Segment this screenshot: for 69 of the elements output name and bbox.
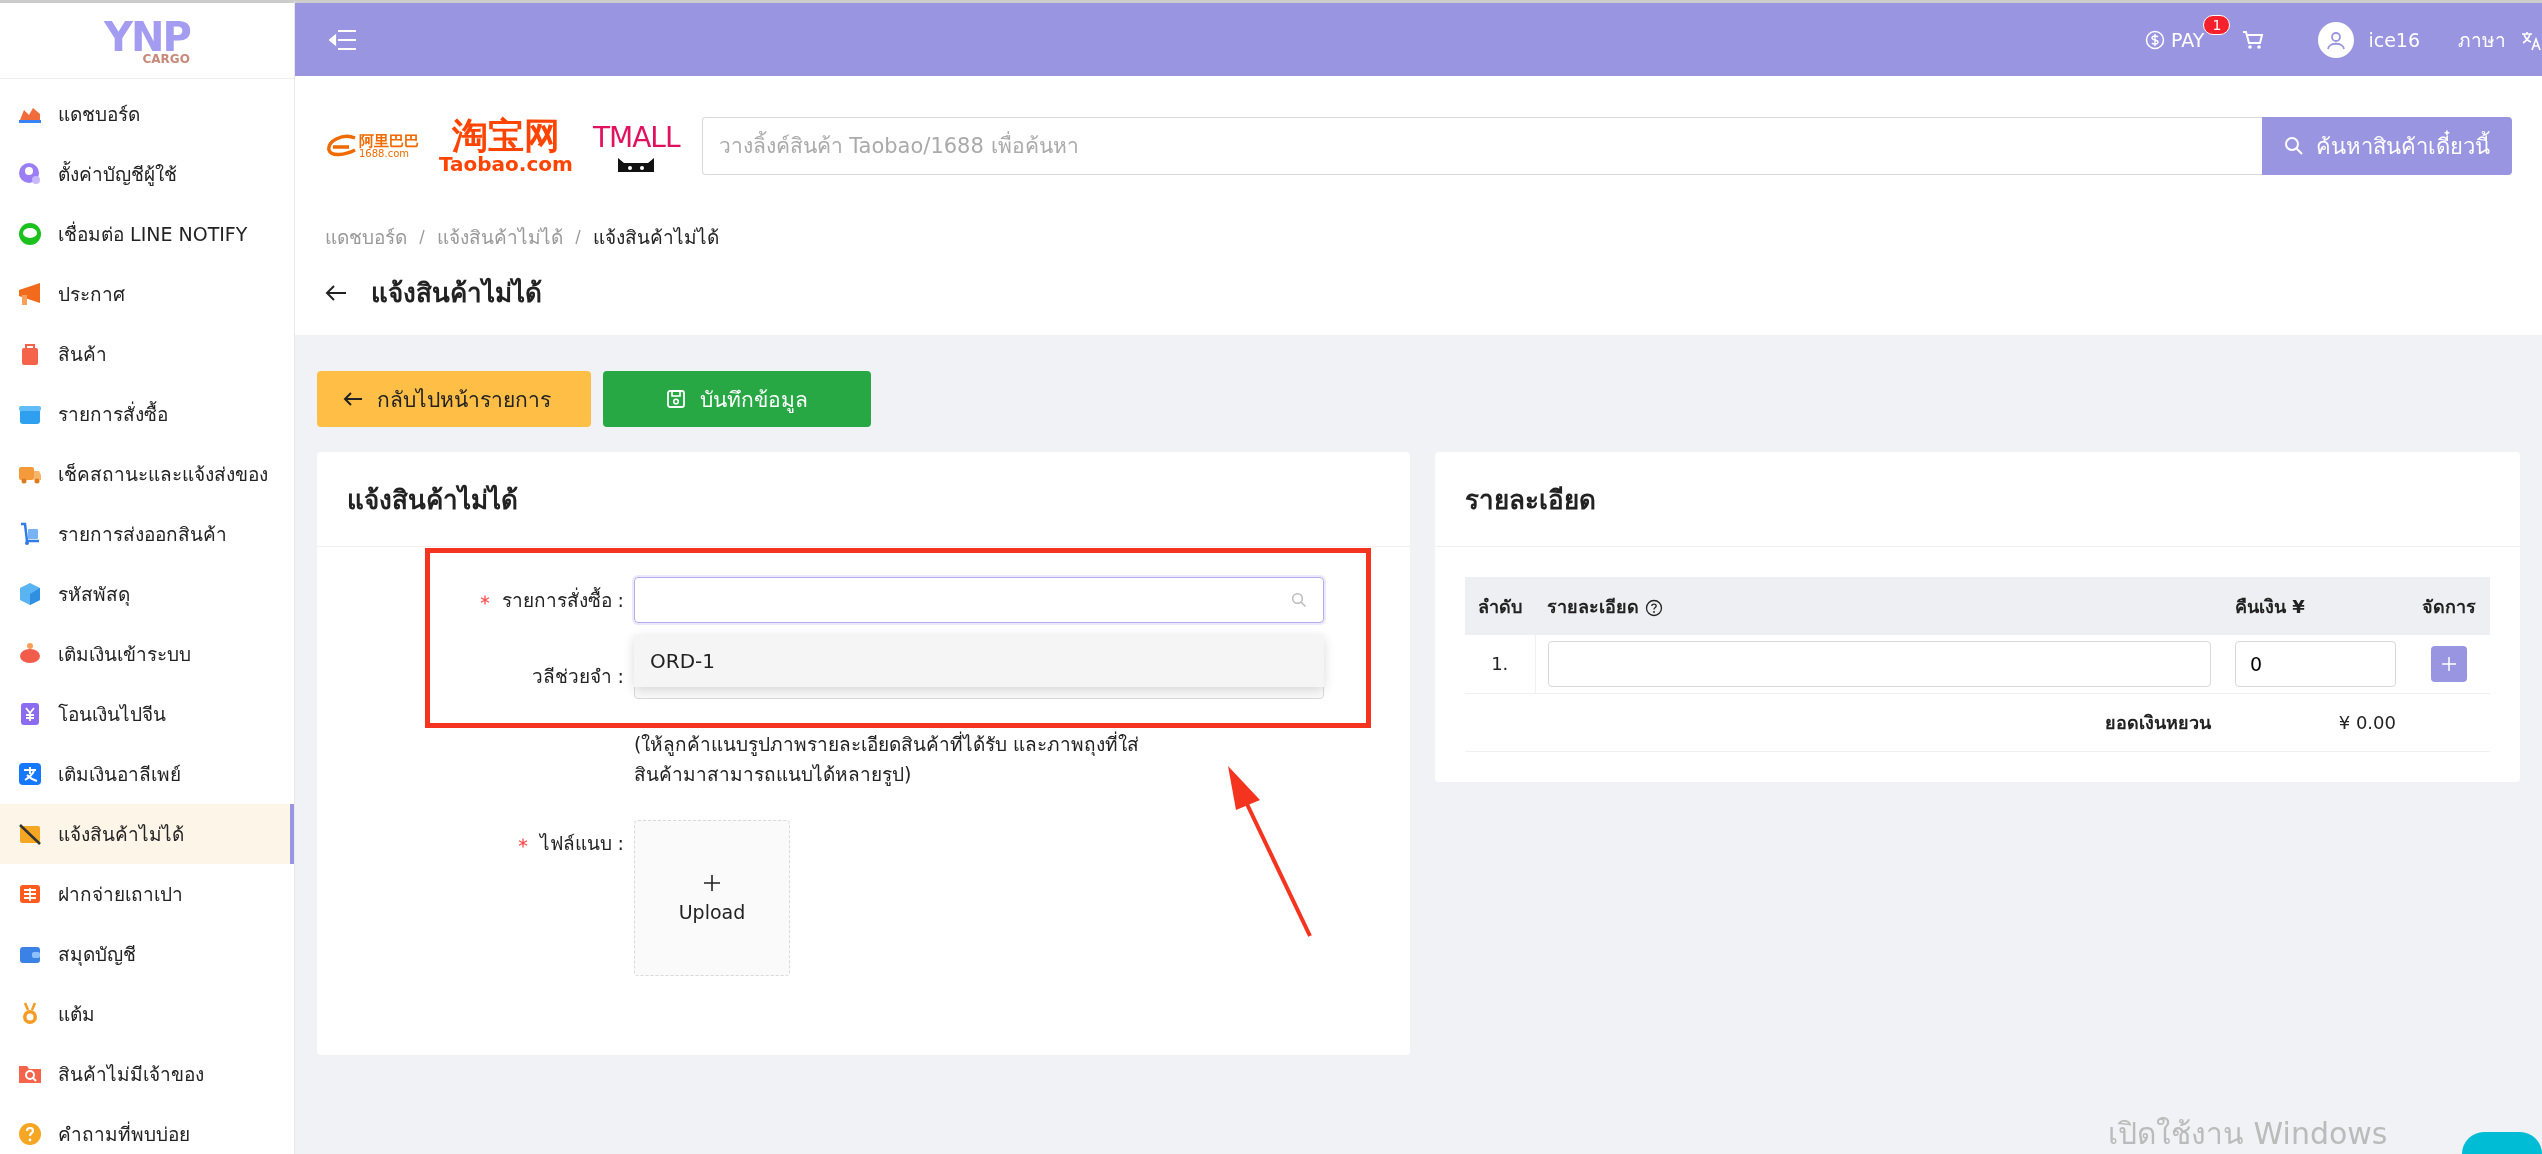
question-icon — [18, 1122, 42, 1146]
sidebar-item[interactable]: สินค้าไม่มีเจ้าของ — [0, 1044, 294, 1104]
card-title: แจ้งสินค้าไม่ได้ — [317, 452, 1410, 547]
column-header: ลำดับ — [1478, 595, 1522, 617]
wallet-app-icon — [18, 762, 42, 786]
total-amount: ¥ 0.00 — [2338, 711, 2396, 733]
sidebar-item[interactable]: ประกาศ — [0, 264, 294, 324]
column-header: รายละเอียด — [1547, 595, 1639, 617]
swoosh-icon — [325, 133, 359, 159]
hand-truck-icon — [18, 522, 42, 546]
sidebar-item[interactable]: แดชบอร์ด — [0, 84, 294, 144]
field-label: รายการสั่งซื้อ : — [501, 586, 624, 613]
count-badge: 1 — [2203, 14, 2231, 35]
refund-input[interactable]: 0 — [2235, 640, 2396, 687]
dropdown-option[interactable]: ORD-1 — [634, 635, 1324, 687]
chat-bubble-icon — [18, 222, 42, 246]
detail-input[interactable] — [1547, 640, 2211, 687]
plus-icon — [702, 872, 722, 893]
field-label: วลีช่วยจำ : — [531, 664, 624, 689]
help-icon — [1645, 598, 1663, 617]
slash-icon — [573, 227, 583, 247]
cart-icon — [2242, 29, 2265, 50]
sidebar-item[interactable]: สินค้า — [0, 324, 294, 384]
sidebar-item[interactable]: ตั้งค่าบัญชีผู้ใช้ — [0, 144, 294, 204]
sidebar-item[interactable]: เช็คสถานะและแจ้งส่งของ — [0, 444, 294, 504]
user-gear-icon — [18, 162, 42, 186]
sidebar-item[interactable]: รายการสั่งซื้อ — [0, 384, 294, 444]
search-icon — [2284, 136, 2304, 156]
sidebar-item[interactable]: แจ้งสินค้าไม่ได้ — [0, 804, 294, 864]
back-arrow-icon — [343, 391, 363, 407]
back-button[interactable]: กลับไปหน้ารายการ — [317, 371, 591, 427]
chat-button[interactable] — [2462, 1132, 2542, 1154]
sidebar-item[interactable]: โอนเงินไปจีน — [0, 684, 294, 744]
sidebar-item[interactable]: เติมเงินเข้าระบบ — [0, 624, 294, 684]
sidebar-item[interactable]: ฝากจ่ายเถาเปา — [0, 864, 294, 924]
search-field[interactable]: วางลิ้งค์สินค้า Taobao/1688 เพื่อค้นหา — [701, 117, 2262, 175]
column-header: จัดการ — [2422, 595, 2476, 617]
tmall-logo[interactable]: TMALL — [592, 120, 680, 172]
plus-icon — [2441, 655, 2457, 672]
megaphone-icon — [18, 282, 42, 306]
activation-notice: เปิดใช้งาน Windows — [2108, 1115, 2388, 1153]
card-title: รายละเอียด — [1435, 452, 2520, 547]
upload-button[interactable]: Upload — [634, 819, 790, 976]
row-number: 1. — [1491, 653, 1509, 675]
menu-fold-icon — [329, 28, 357, 51]
transfer-icon — [18, 702, 42, 726]
add-button[interactable] — [2431, 645, 2467, 682]
sidebar-item[interactable]: รายการส่งออกสินค้า — [0, 504, 294, 564]
crossed-box-icon — [18, 822, 42, 846]
hint-text: (ให้ลูกค้าแนบรูปภาพรายละเอียดสินค้าที่ได้รับ และภาพถุงที่ใส่สินค้ามาสามารถแนบได้หลายรูป) — [634, 730, 1141, 788]
avatar[interactable] — [2318, 21, 2355, 58]
search-icon — [1291, 592, 1307, 608]
slash-icon — [417, 227, 427, 247]
cube-icon — [18, 582, 42, 606]
dollar-icon — [2145, 29, 2166, 50]
sidebar-item[interactable]: คำถามที่พบบ่อย — [0, 1104, 294, 1154]
total-label: ยอดเงินหยวน — [2105, 711, 2211, 733]
order-select[interactable] — [634, 577, 1324, 623]
column-header: คืนเงิน ¥ — [2235, 595, 2305, 617]
shop-logo-icon — [18, 882, 42, 906]
back-arrow-icon — [325, 283, 347, 302]
sidebar-item[interactable]: สมุดบัญชี — [0, 924, 294, 984]
sidebar-item[interactable]: รหัสพัสดุ — [0, 564, 294, 624]
sidebar-item[interactable]: แต้ม — [0, 984, 294, 1044]
field-label: ไฟล์แนบ : — [539, 830, 624, 856]
sidebar-item[interactable]: เติมเงินอาลีเพย์ — [0, 744, 294, 804]
piggy-bank-icon — [18, 642, 42, 666]
page-title: แจ้งสินค้าไม่ได้ — [371, 276, 542, 310]
sidebar-item[interactable]: เชื่อมต่อ LINE NOTIFY — [0, 204, 294, 264]
